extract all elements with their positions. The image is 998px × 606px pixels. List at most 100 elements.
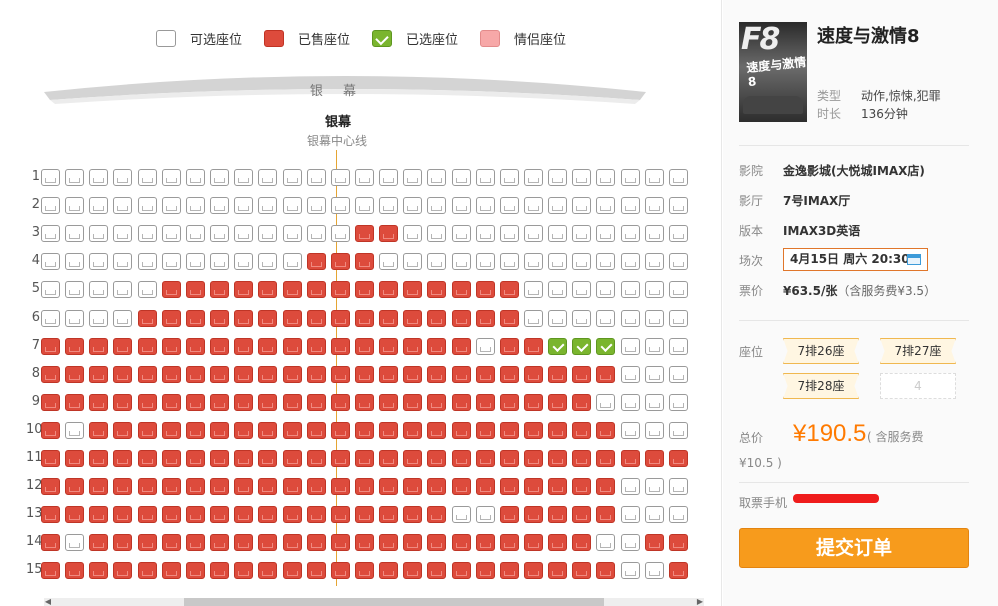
available-seat[interactable] (137, 169, 157, 186)
available-seat[interactable] (403, 225, 423, 243)
available-seat[interactable] (572, 197, 592, 215)
available-seat[interactable] (668, 309, 688, 327)
available-seat[interactable] (65, 169, 85, 186)
available-seat[interactable] (234, 197, 254, 215)
available-seat[interactable] (451, 253, 471, 271)
available-seat[interactable] (644, 365, 664, 383)
available-seat[interactable] (137, 281, 157, 299)
available-seat[interactable] (379, 169, 399, 186)
available-seat[interactable] (524, 253, 543, 271)
available-seat[interactable] (572, 225, 592, 243)
available-seat[interactable] (306, 225, 326, 243)
available-seat[interactable] (403, 169, 423, 186)
available-seat[interactable] (41, 169, 60, 186)
available-seat[interactable] (161, 169, 181, 186)
available-seat[interactable] (89, 253, 109, 271)
available-seat[interactable] (572, 281, 592, 299)
available-seat[interactable] (524, 225, 543, 243)
available-seat[interactable] (427, 197, 447, 215)
available-seat[interactable] (113, 225, 133, 243)
available-seat[interactable] (137, 253, 157, 271)
available-seat[interactable] (572, 253, 592, 271)
available-seat[interactable] (65, 197, 85, 215)
available-seat[interactable] (427, 169, 447, 186)
available-seat[interactable] (620, 337, 640, 355)
available-seat[interactable] (548, 253, 568, 271)
available-seat[interactable] (161, 197, 181, 215)
available-seat[interactable] (596, 197, 616, 215)
available-seat[interactable] (596, 281, 616, 299)
available-seat[interactable] (620, 281, 640, 299)
selected-seat[interactable] (548, 337, 568, 355)
available-seat[interactable] (548, 197, 568, 215)
available-seat[interactable] (451, 169, 471, 186)
available-seat[interactable] (524, 197, 543, 215)
available-seat[interactable] (644, 393, 664, 411)
available-seat[interactable] (89, 281, 109, 299)
available-seat[interactable] (258, 253, 278, 271)
available-seat[interactable] (354, 169, 374, 186)
available-seat[interactable] (596, 225, 616, 243)
available-seat[interactable] (65, 253, 85, 271)
available-seat[interactable] (330, 169, 350, 186)
available-seat[interactable] (620, 197, 640, 215)
available-seat[interactable] (282, 169, 302, 186)
available-seat[interactable] (499, 225, 519, 243)
available-seat[interactable] (161, 225, 181, 243)
available-seat[interactable] (644, 562, 664, 580)
available-seat[interactable] (89, 169, 109, 186)
scroll-left-icon[interactable]: ◀ (44, 598, 52, 606)
available-seat[interactable] (185, 225, 205, 243)
available-seat[interactable] (620, 309, 640, 327)
available-seat[interactable] (620, 506, 640, 524)
available-seat[interactable] (668, 421, 688, 439)
available-seat[interactable] (451, 506, 471, 524)
available-seat[interactable] (137, 225, 157, 243)
available-seat[interactable] (475, 253, 495, 271)
available-seat[interactable] (210, 197, 230, 215)
available-seat[interactable] (644, 169, 664, 186)
available-seat[interactable] (185, 169, 205, 186)
available-seat[interactable] (65, 309, 85, 327)
available-seat[interactable] (258, 225, 278, 243)
available-seat[interactable] (620, 478, 640, 496)
available-seat[interactable] (185, 197, 205, 215)
selected-seat[interactable] (572, 337, 592, 355)
available-seat[interactable] (306, 197, 326, 215)
available-seat[interactable] (668, 478, 688, 496)
available-seat[interactable] (258, 197, 278, 215)
available-seat[interactable] (524, 169, 543, 186)
available-seat[interactable] (258, 169, 278, 186)
available-seat[interactable] (475, 337, 495, 355)
scroll-right-icon[interactable]: ▶ (696, 598, 704, 606)
available-seat[interactable] (65, 421, 85, 439)
available-seat[interactable] (596, 253, 616, 271)
available-seat[interactable] (572, 169, 592, 186)
available-seat[interactable] (644, 253, 664, 271)
available-seat[interactable] (499, 197, 519, 215)
available-seat[interactable] (524, 281, 543, 299)
available-seat[interactable] (234, 225, 254, 243)
available-seat[interactable] (620, 562, 640, 580)
available-seat[interactable] (548, 225, 568, 243)
available-seat[interactable] (113, 253, 133, 271)
available-seat[interactable] (548, 169, 568, 186)
selected-seat-tag[interactable]: 7排27座 (880, 338, 956, 364)
available-seat[interactable] (113, 169, 133, 186)
available-seat[interactable] (113, 197, 133, 215)
available-seat[interactable] (620, 253, 640, 271)
available-seat[interactable] (403, 197, 423, 215)
available-seat[interactable] (41, 281, 60, 299)
available-seat[interactable] (89, 309, 109, 327)
available-seat[interactable] (234, 169, 254, 186)
available-seat[interactable] (282, 253, 302, 271)
available-seat[interactable] (572, 309, 592, 327)
available-seat[interactable] (620, 534, 640, 552)
selected-seat-tag[interactable]: 7排28座 (783, 373, 859, 399)
available-seat[interactable] (644, 421, 664, 439)
available-seat[interactable] (620, 225, 640, 243)
available-seat[interactable] (379, 253, 399, 271)
available-seat[interactable] (644, 478, 664, 496)
available-seat[interactable] (427, 225, 447, 243)
available-seat[interactable] (668, 197, 688, 215)
